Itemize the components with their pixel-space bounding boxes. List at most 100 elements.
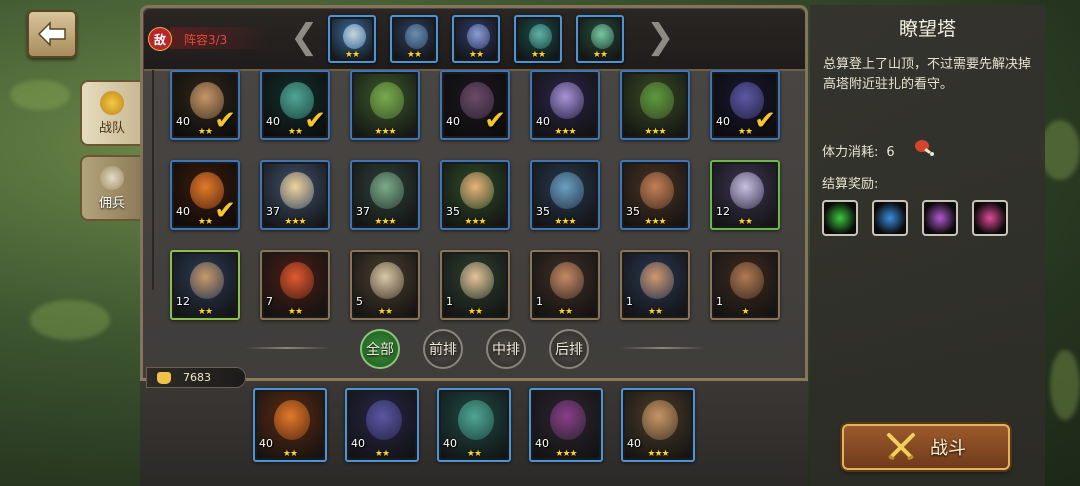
hero-card[interactable]: 40 ★★ ✔ <box>710 70 780 140</box>
hero-stars: ★★ <box>406 50 422 60</box>
blue-eye-orb-icon[interactable] <box>872 200 908 236</box>
back-arrow-icon <box>37 21 66 47</box>
filter-back-button[interactable]: 后排 <box>549 329 589 369</box>
hero-face <box>370 172 404 209</box>
team-slot[interactable]: 40 ★★★ <box>529 388 603 462</box>
team-slot[interactable]: 40 ★★★ <box>621 388 695 462</box>
hero-card[interactable]: 12 ★★ <box>710 160 780 230</box>
hero-face <box>550 262 584 299</box>
tab-team-label: 战队 <box>98 120 125 136</box>
hero-face <box>550 172 584 209</box>
tab-team[interactable]: 战队 <box>80 80 142 146</box>
background-leaf <box>1040 120 1080 180</box>
hero-card[interactable]: 35 ★★★ <box>620 160 690 230</box>
team-slot[interactable]: 40 ★★ <box>345 388 419 462</box>
hero-face <box>529 24 552 49</box>
hero-face <box>550 82 584 119</box>
hero-face <box>280 262 314 299</box>
hero-stars: ★★★ <box>554 127 576 137</box>
stage-description: 总算登上了山顶，不过需要先解决掉高塔附近驻扎的看守。 <box>823 57 1032 92</box>
hero-card[interactable]: 1 ★★ <box>440 250 510 320</box>
hero-card[interactable]: 40 ★★ ✔ <box>260 70 330 140</box>
hero-face <box>550 400 586 440</box>
selected-check-icon: ✔ <box>304 106 326 136</box>
hero-card[interactable]: 35 ★★★ <box>440 160 510 230</box>
team-power: 7683 <box>146 367 246 388</box>
drumstick-icon <box>915 140 934 156</box>
team-slot[interactable]: 40 ★★ <box>437 388 511 462</box>
hero-card[interactable]: 1 ★★ <box>620 250 690 320</box>
stamina-label: 体力消耗: <box>822 145 879 160</box>
hero-face <box>640 262 674 299</box>
background-leaf <box>1050 350 1080 420</box>
hero-face <box>405 24 428 49</box>
selected-check-icon: ✔ <box>214 106 236 136</box>
hero-face <box>591 24 614 49</box>
tab-mercenary-label: 佣兵 <box>98 195 125 211</box>
hero-stars: ★★ <box>282 449 298 459</box>
enemy-hero-slot: ★★ <box>576 15 624 63</box>
hero-card[interactable]: 37 ★★★ <box>350 160 420 230</box>
hero-card[interactable]: 1 ★ <box>710 250 780 320</box>
divider-ornament <box>620 347 705 349</box>
background-leaf <box>30 300 110 340</box>
hero-stars: ★★ <box>530 50 546 60</box>
hero-stars: ★★ <box>557 307 573 317</box>
hero-card[interactable]: ★★★ <box>350 70 420 140</box>
selected-check-icon: ✔ <box>484 106 506 136</box>
hero-stars: ★★ <box>197 307 213 317</box>
filter-front-button[interactable]: 前排 <box>423 329 463 369</box>
lineup-counter: 阵容3/3 <box>184 33 228 47</box>
enemy-hero-slot: ★★ <box>328 15 376 63</box>
hero-stars: ★★ <box>374 449 390 459</box>
rainbow-orb-icon[interactable] <box>972 200 1008 236</box>
stage-title: 瞭望塔 <box>898 18 956 40</box>
hero-card[interactable]: 35 ★★★ <box>530 160 600 230</box>
hero-stars: ★★ <box>467 307 483 317</box>
team-power-value: 7683 <box>183 371 211 384</box>
hero-card[interactable]: 40 ★★★ <box>530 70 600 140</box>
battle-button-label: 战斗 <box>930 438 966 459</box>
hero-list-scrollbar[interactable] <box>152 70 154 290</box>
hero-card[interactable]: 1 ★★ <box>530 250 600 320</box>
hero-stars: ★★★ <box>647 449 669 459</box>
hero-card[interactable]: 37 ★★★ <box>260 160 330 230</box>
green-orb-icon[interactable] <box>822 200 858 236</box>
selected-check-icon: ✔ <box>754 106 776 136</box>
hero-face <box>274 400 310 440</box>
hero-card[interactable]: 40 ★★ ✔ <box>170 70 240 140</box>
team-slot[interactable]: 40 ★★ <box>253 388 327 462</box>
prev-lineup-arrow[interactable]: ❮ <box>290 20 319 54</box>
hero-card[interactable]: 40 ★★ ✔ <box>170 160 240 230</box>
hero-stars: ★★ <box>737 217 753 227</box>
hero-card[interactable]: 5 ★★ <box>350 250 420 320</box>
hero-level: 40 <box>446 115 460 128</box>
hero-stars: ★★ <box>592 50 608 60</box>
filter-middle-button[interactable]: 中排 <box>486 329 526 369</box>
hero-card[interactable]: 40 ✔ <box>440 70 510 140</box>
tab-mercenary[interactable]: 佣兵 <box>80 155 142 221</box>
hero-face <box>730 262 764 299</box>
hero-stars: ★ <box>741 307 749 317</box>
hero-face <box>370 82 404 119</box>
scroll-icon[interactable] <box>922 200 958 236</box>
back-button[interactable] <box>27 10 77 58</box>
hero-stars: ★★ <box>468 50 484 60</box>
hero-stars: ★★ <box>344 50 360 60</box>
hero-stars: ★★ <box>466 449 482 459</box>
hero-face <box>730 172 764 209</box>
hero-card[interactable]: 12 ★★ <box>170 250 240 320</box>
hero-face <box>640 172 674 209</box>
next-lineup-arrow[interactable]: ❯ <box>646 20 675 54</box>
hero-stars: ★★★ <box>374 127 396 137</box>
hero-face <box>460 172 494 209</box>
hero-face <box>642 400 678 440</box>
stamina-value: 6 <box>886 145 895 160</box>
fist-icon <box>157 371 171 384</box>
filter-all-button[interactable]: 全部 <box>360 329 400 369</box>
hero-card[interactable]: 7 ★★ <box>260 250 330 320</box>
crossed-swords-icon <box>887 433 915 461</box>
stamina-cost: 体力消耗: 6 <box>822 141 895 160</box>
hero-card[interactable]: ★★★ <box>620 70 690 140</box>
battle-button[interactable]: 战斗 <box>842 424 1010 470</box>
